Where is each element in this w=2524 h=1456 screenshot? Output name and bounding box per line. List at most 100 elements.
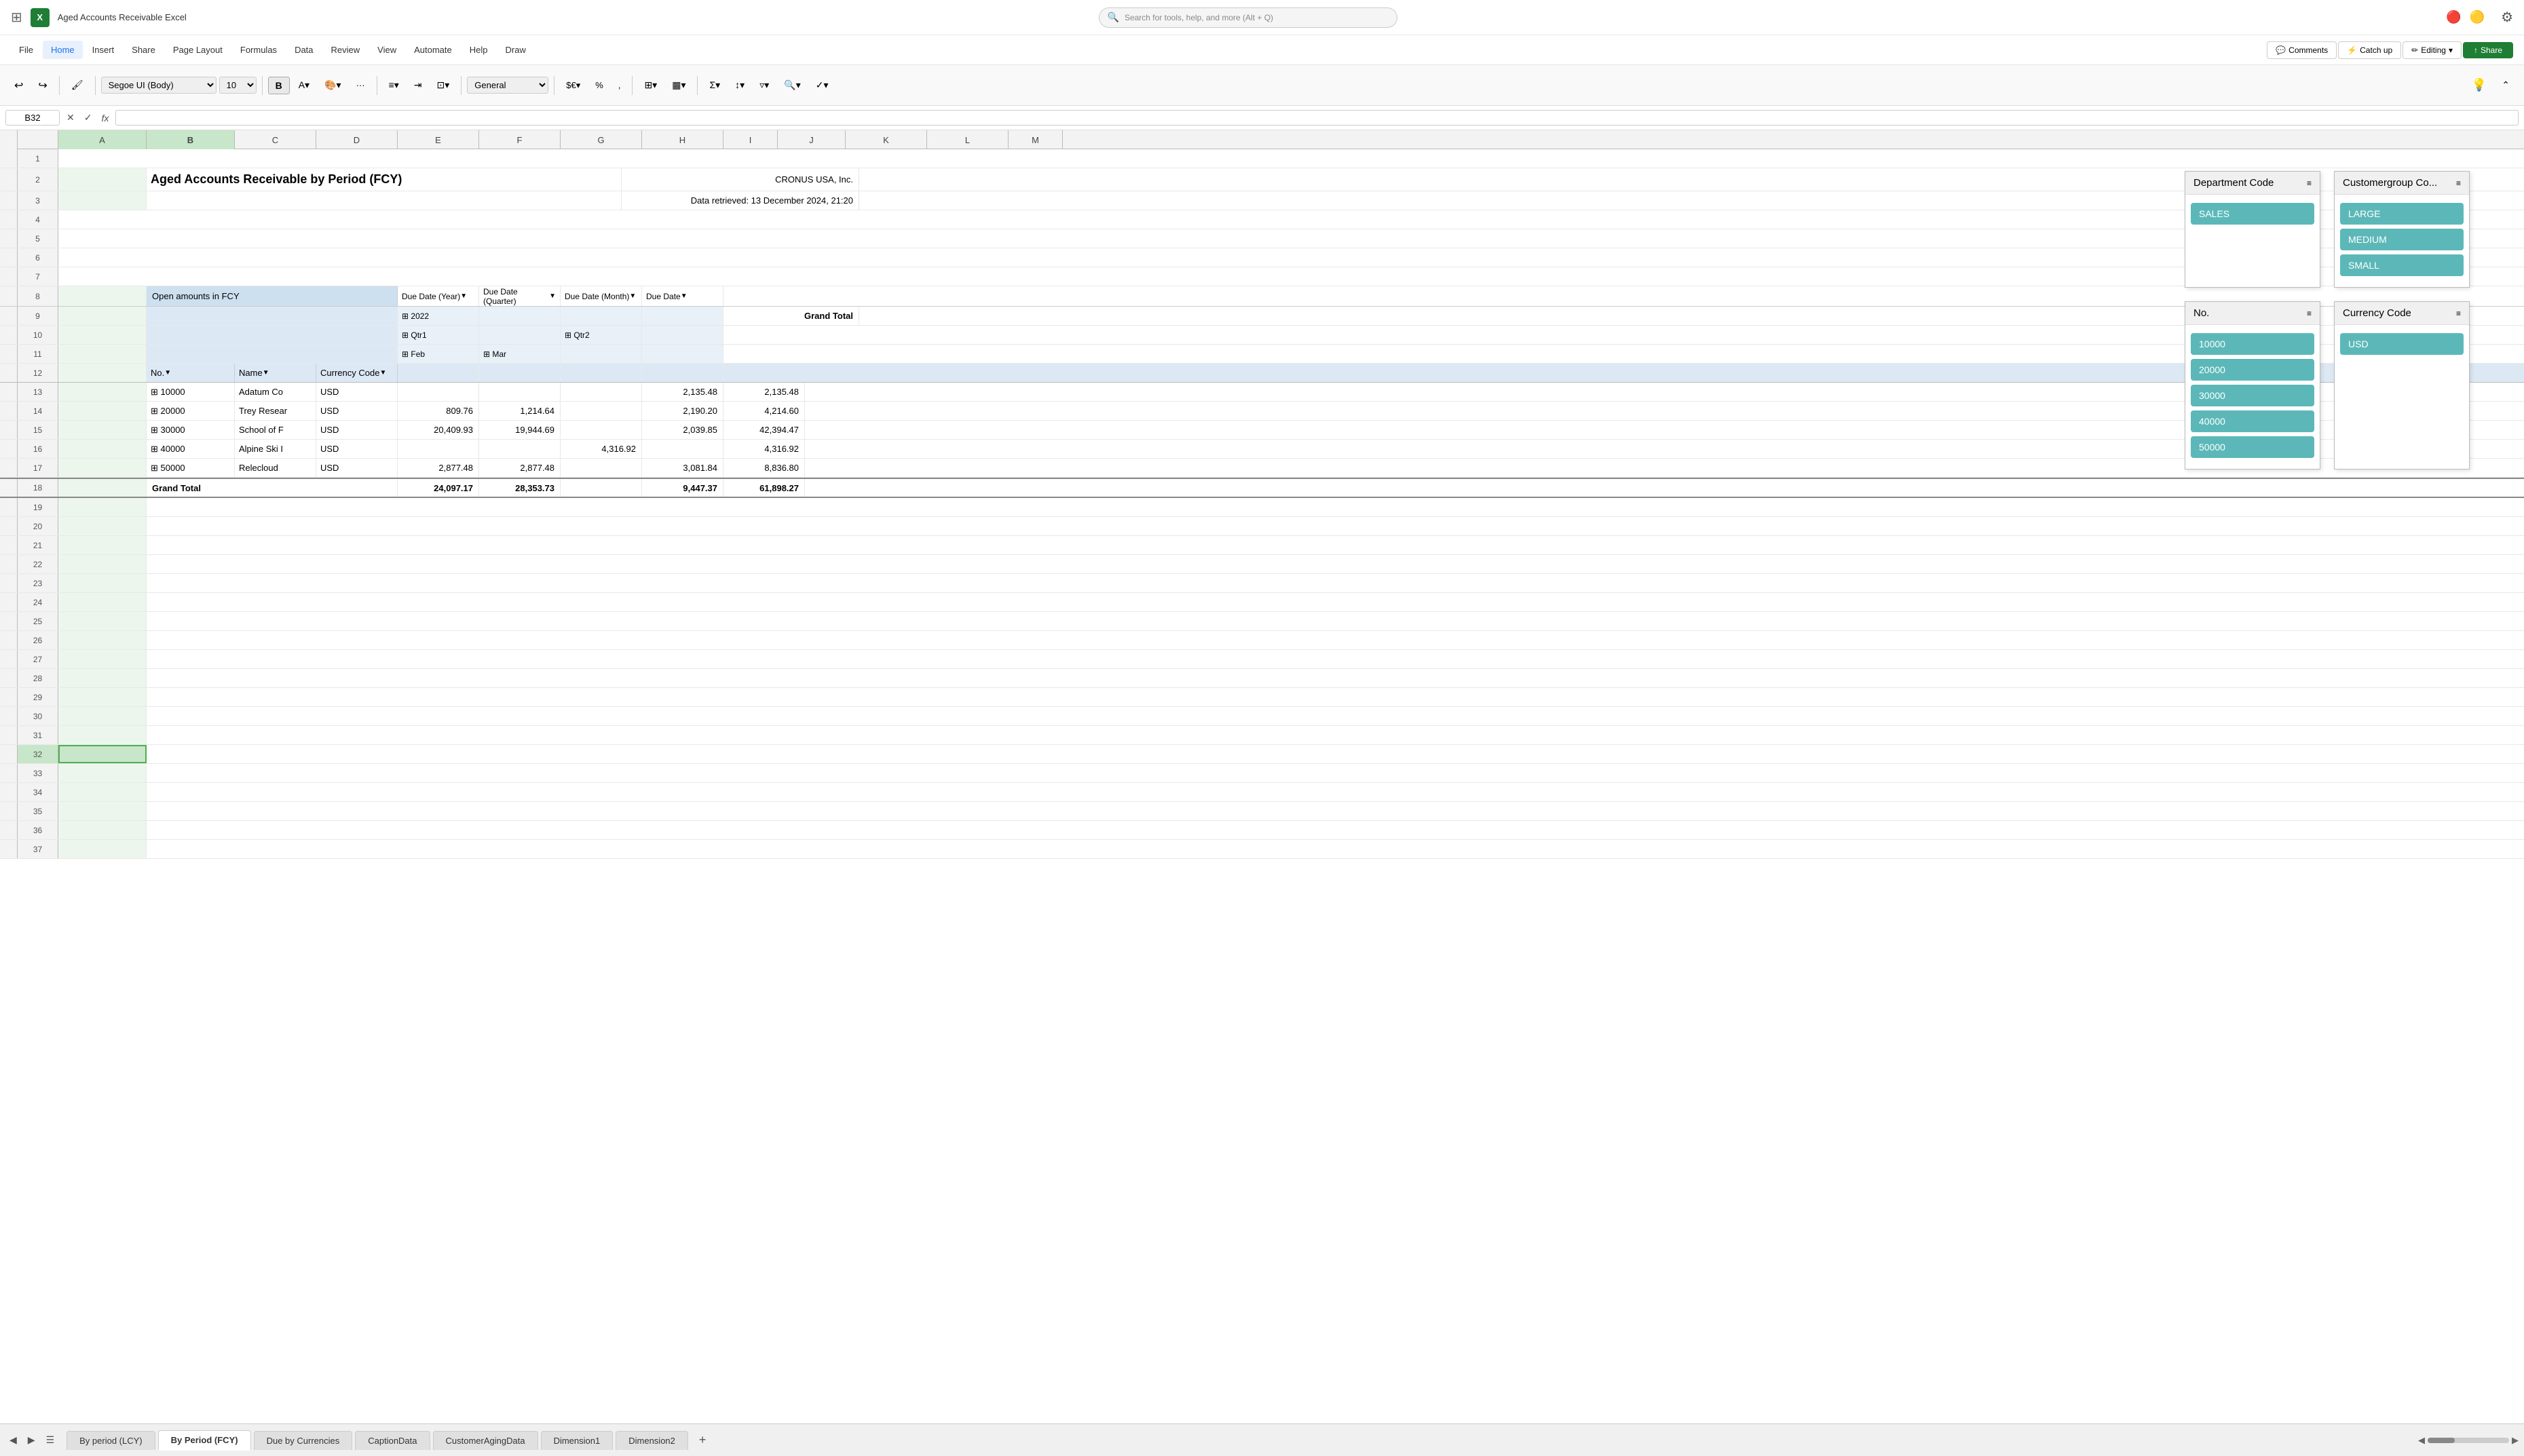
indent-button[interactable]: ⇥	[408, 76, 428, 94]
menu-page-layout[interactable]: Page Layout	[165, 41, 231, 59]
find-button[interactable]: 🔍▾	[778, 76, 806, 94]
col-header-K[interactable]: K	[846, 130, 927, 149]
slicer-item-40000[interactable]: 40000	[2191, 410, 2314, 432]
tab-dimension2[interactable]: Dimension2	[616, 1431, 688, 1450]
search-bar[interactable]: 🔍 Search for tools, help, and more (Alt …	[1099, 7, 1397, 28]
formula-input[interactable]	[115, 110, 2519, 126]
slicer-item-sales[interactable]: SALES	[2191, 203, 2314, 225]
slicer-item-50000[interactable]: 50000	[2191, 436, 2314, 458]
slicer-item-usd[interactable]: USD	[2340, 333, 2464, 355]
cell-due-date-year[interactable]: Due Date (Year) ▼	[398, 286, 479, 306]
cell-due-date[interactable]: Due Date ▼	[642, 286, 723, 306]
col-header-A[interactable]: A	[58, 130, 147, 149]
col-name-header[interactable]: Name ▼	[235, 364, 316, 382]
scroll-right-icon[interactable]: ▶	[2512, 1435, 2519, 1446]
table-row: 10 ⊞ Qtr1 ⊞ Qtr2	[0, 326, 2524, 345]
menu-view[interactable]: View	[369, 41, 404, 59]
slicer-item-20000[interactable]: 20000	[2191, 359, 2314, 381]
cell-due-date-month[interactable]: Due Date (Month) ▼	[561, 286, 642, 306]
slicer-filter-icon[interactable]: ≡	[2307, 178, 2312, 188]
col-currency-header[interactable]: Currency Code ▼	[316, 364, 398, 382]
bold-button[interactable]: B	[268, 77, 290, 94]
slicer-item-large[interactable]: LARGE	[2340, 203, 2464, 225]
catch-up-button[interactable]: ⚡ Catch up	[2338, 41, 2401, 59]
cell-due-date-quarter[interactable]: Due Date (Quarter) ▼	[479, 286, 561, 306]
table-row: 35	[0, 802, 2524, 821]
confirm-icon[interactable]: ✓	[81, 112, 95, 123]
col-header-B[interactable]: B	[147, 130, 235, 149]
slicer-item-small[interactable]: SMALL	[2340, 254, 2464, 276]
slicer-customergroup-filter-icon[interactable]: ≡	[2456, 178, 2461, 188]
add-sheet-button[interactable]: +	[691, 1430, 715, 1450]
comma-button[interactable]: ,	[612, 77, 627, 94]
menu-draw[interactable]: Draw	[497, 41, 534, 59]
share-button[interactable]: ↑ Share	[2463, 42, 2513, 58]
cell-14-d: 809.76	[398, 402, 479, 420]
conditional-format-button[interactable]: ▦▾	[666, 76, 692, 94]
more-button[interactable]: ···	[350, 77, 371, 94]
percent-button[interactable]: %	[589, 77, 609, 94]
settings-icon[interactable]: ⚙	[2501, 9, 2513, 26]
col-header-F[interactable]: F	[479, 130, 561, 149]
font-name-select[interactable]: Segoe UI (Body)	[101, 77, 216, 94]
col-header-G[interactable]: G	[561, 130, 642, 149]
menu-file[interactable]: File	[11, 41, 41, 59]
cancel-icon[interactable]: ✕	[64, 112, 77, 123]
scroll-left-icon[interactable]: ◀	[2418, 1435, 2425, 1446]
nav-left-icon[interactable]: ◀	[5, 1433, 21, 1447]
fill-color-button[interactable]: 🎨▾	[318, 76, 347, 94]
tab-dimension1[interactable]: Dimension1	[541, 1431, 614, 1450]
comments-button[interactable]: 💬 Comments	[2267, 41, 2337, 59]
paint-format-button[interactable]: 🖌	[65, 76, 90, 94]
menu-formulas[interactable]: Formulas	[232, 41, 285, 59]
tab-by-period-fcy[interactable]: By Period (FCY)	[158, 1430, 251, 1451]
sort-button[interactable]: ↕▾	[729, 76, 751, 94]
font-color-button[interactable]: A▾	[293, 76, 316, 94]
menu-home[interactable]: Home	[43, 41, 83, 59]
sum-button[interactable]: Σ▾	[703, 76, 726, 94]
undo-button[interactable]: ↩	[8, 75, 29, 96]
scroll-bar[interactable]	[2428, 1438, 2509, 1443]
sheet-list-icon[interactable]: ☰	[42, 1433, 59, 1447]
slicer-item-medium[interactable]: MEDIUM	[2340, 229, 2464, 250]
format-select[interactable]: General	[467, 77, 548, 94]
menu-help[interactable]: Help	[462, 41, 496, 59]
col-header-E[interactable]: E	[398, 130, 479, 149]
slicer-item-30000[interactable]: 30000	[2191, 385, 2314, 406]
menu-review[interactable]: Review	[323, 41, 369, 59]
align-button[interactable]: ≡▾	[383, 76, 405, 94]
col-header-M[interactable]: M	[1009, 130, 1063, 149]
ideas-button[interactable]: 💡	[2466, 75, 2493, 96]
tab-caption-data[interactable]: CaptionData	[355, 1431, 430, 1450]
col-header-J[interactable]: J	[778, 130, 846, 149]
nav-right-icon[interactable]: ▶	[24, 1433, 39, 1447]
currency-button[interactable]: $€▾	[560, 77, 586, 94]
col-header-H[interactable]: H	[642, 130, 723, 149]
wrap-button[interactable]: ⊡▾	[431, 76, 456, 94]
col-header-D[interactable]: D	[316, 130, 398, 149]
fx-icon[interactable]: fx	[98, 113, 111, 123]
font-size-select[interactable]: 10	[219, 77, 257, 94]
check-button[interactable]: ✓▾	[810, 76, 835, 94]
filter-button[interactable]: ▿▾	[753, 76, 775, 94]
slicer-no-filter-icon[interactable]: ≡	[2307, 309, 2312, 318]
slicer-item-10000[interactable]: 10000	[2191, 333, 2314, 355]
col-header-L[interactable]: L	[927, 130, 1009, 149]
expand-button[interactable]: ⌃	[2495, 76, 2516, 94]
tab-due-by-currencies[interactable]: Due by Currencies	[254, 1431, 353, 1450]
table-button[interactable]: ⊞▾	[638, 76, 663, 94]
col-header-I[interactable]: I	[723, 130, 778, 149]
col-header-C[interactable]: C	[235, 130, 316, 149]
menu-insert[interactable]: Insert	[84, 41, 123, 59]
menu-automate[interactable]: Automate	[406, 41, 460, 59]
tab-customer-aging[interactable]: CustomerAgingData	[433, 1431, 538, 1450]
col-no-header[interactable]: No. ▼	[147, 364, 235, 382]
menu-data[interactable]: Data	[286, 41, 321, 59]
redo-button[interactable]: ↪	[32, 75, 53, 96]
cell-reference-input[interactable]: B32	[5, 110, 60, 126]
tab-by-period-lcy[interactable]: By period (LCY)	[67, 1431, 155, 1450]
menu-share[interactable]: Share	[124, 41, 164, 59]
slicer-currency-filter-icon[interactable]: ≡	[2456, 309, 2461, 318]
cell-b2[interactable]: Aged Accounts Receivable by Period (FCY)	[147, 168, 622, 191]
editing-button[interactable]: ✏ Editing ▾	[2403, 41, 2462, 59]
